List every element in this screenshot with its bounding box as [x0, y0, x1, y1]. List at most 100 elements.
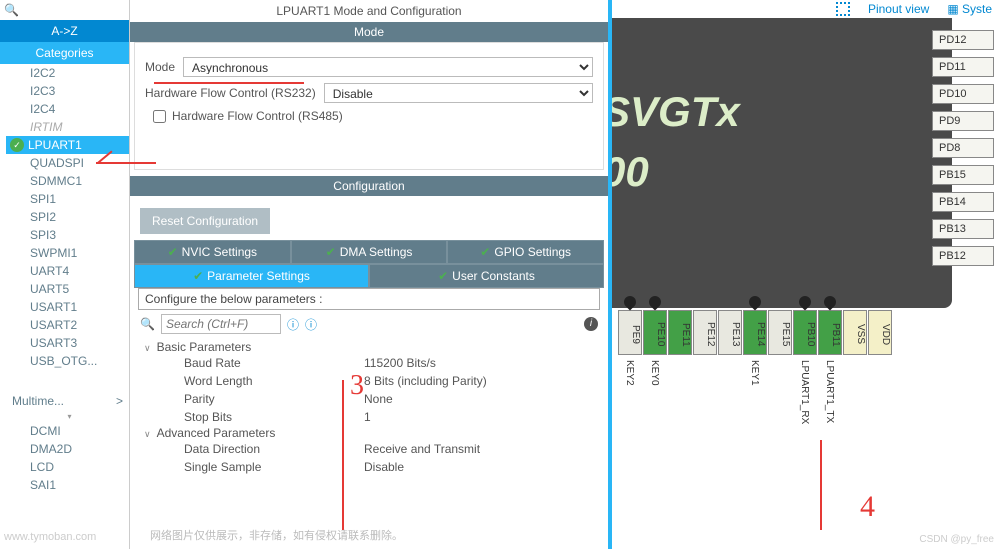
- list-item[interactable]: IRTIM: [6, 118, 129, 136]
- check-icon: ✔: [480, 245, 490, 259]
- pin[interactable]: PB11: [818, 310, 842, 355]
- pin[interactable]: PB12: [932, 246, 994, 266]
- check-icon: ✔: [193, 269, 203, 283]
- param-row[interactable]: Stop Bits1: [144, 408, 594, 426]
- peripheral-list-panel: 🔍 A->Z Categories I2C2 I2C3 I2C4 IRTIM ✓…: [0, 0, 130, 549]
- item-label: LPUART1: [28, 138, 82, 152]
- list-item[interactable]: LCD: [6, 458, 129, 476]
- pin[interactable]: PE15: [768, 310, 792, 355]
- search-input[interactable]: [23, 4, 125, 16]
- pin[interactable]: PD12: [932, 30, 994, 50]
- pin[interactable]: PD9: [932, 111, 994, 131]
- list-item[interactable]: I2C4: [6, 100, 129, 118]
- pin-label: KEY1: [749, 360, 760, 386]
- pin[interactable]: PD11: [932, 57, 994, 77]
- sort-az-tab[interactable]: A->Z: [0, 20, 129, 42]
- pin[interactable]: PE12: [693, 310, 717, 355]
- pinout-tab[interactable]: Pinout view: [868, 2, 929, 16]
- pin[interactable]: PB15: [932, 165, 994, 185]
- mode-body: Mode Asynchronous Hardware Flow Control …: [134, 42, 604, 170]
- nav-icon[interactable]: ⓘ: [305, 316, 317, 333]
- system-tab[interactable]: ▦ Syste: [947, 2, 992, 16]
- param-row[interactable]: Data DirectionReceive and Transmit: [144, 440, 594, 458]
- param-row[interactable]: ParityNone: [144, 390, 594, 408]
- advanced-params-header[interactable]: ∨Advanced Parameters: [144, 426, 594, 440]
- list-item[interactable]: SWPMI1: [6, 244, 129, 262]
- pin[interactable]: PE14: [743, 310, 767, 355]
- config-body: Reset Configuration ✔NVIC Settings ✔DMA …: [130, 196, 608, 484]
- panel-title: LPUART1 Mode and Configuration: [130, 0, 608, 22]
- pin[interactable]: PE11: [668, 310, 692, 355]
- tab-nvic[interactable]: ✔NVIC Settings: [134, 240, 291, 264]
- list-item[interactable]: USART1: [6, 298, 129, 316]
- list-item[interactable]: SPI1: [6, 190, 129, 208]
- categories-tab[interactable]: Categories: [0, 42, 129, 64]
- pin[interactable]: PD8: [932, 138, 994, 158]
- tab-parameter[interactable]: ✔Parameter Settings: [134, 264, 369, 288]
- info-icon[interactable]: i: [584, 317, 598, 331]
- tab-gpio[interactable]: ✔GPIO Settings: [447, 240, 604, 264]
- annotation-mark: [154, 82, 304, 84]
- pin[interactable]: PE9: [618, 310, 642, 355]
- chip-label: SVGTx: [612, 88, 740, 136]
- mode-label: Mode: [145, 60, 175, 74]
- annotation-4: 4: [860, 490, 875, 524]
- list-item[interactable]: UART4: [6, 262, 129, 280]
- hw485-checkbox[interactable]: [153, 110, 166, 123]
- check-icon: ✓: [10, 138, 24, 152]
- list-item[interactable]: SAI1: [6, 476, 129, 494]
- pin[interactable]: VSS: [843, 310, 867, 355]
- check-icon: ✔: [438, 269, 448, 283]
- tab-dma[interactable]: ✔DMA Settings: [291, 240, 448, 264]
- config-hint: Configure the below parameters :: [138, 288, 600, 310]
- peripheral-search[interactable]: 🔍: [0, 0, 129, 20]
- list-item[interactable]: I2C3: [6, 82, 129, 100]
- chevron-down-icon: ∨: [144, 343, 151, 353]
- param-row[interactable]: Baud Rate115200 Bits/s: [144, 354, 594, 372]
- list-item[interactable]: UART5: [6, 280, 129, 298]
- pin[interactable]: VDD: [868, 310, 892, 355]
- search-icon: 🔍: [140, 317, 155, 331]
- param-row[interactable]: Single SampleDisable: [144, 458, 594, 476]
- list-item[interactable]: USART3: [6, 334, 129, 352]
- pin[interactable]: PE13: [718, 310, 742, 355]
- param-row[interactable]: Word Length8 Bits (including Parity): [144, 372, 594, 390]
- pinout-icon: [836, 2, 850, 16]
- list-item[interactable]: SPI3: [6, 226, 129, 244]
- reset-button[interactable]: Reset Configuration: [140, 208, 270, 234]
- tab-user-constants[interactable]: ✔User Constants: [369, 264, 604, 288]
- param-search-input[interactable]: [161, 314, 281, 334]
- watermark-csdn: CSDN @py_free: [919, 534, 994, 545]
- nav-icon[interactable]: ⓘ: [287, 316, 299, 333]
- annotation-mark: [96, 162, 156, 164]
- pin-label: KEY0: [649, 360, 660, 386]
- list-item[interactable]: SPI2: [6, 208, 129, 226]
- pin[interactable]: PB10: [793, 310, 817, 355]
- pin[interactable]: PB13: [932, 219, 994, 239]
- chip-body[interactable]: SVGTx 00: [612, 18, 952, 308]
- list-item[interactable]: USB_OTG...: [6, 352, 129, 370]
- pin[interactable]: PE10: [643, 310, 667, 355]
- list-item[interactable]: SDMMC1: [6, 172, 129, 190]
- check-icon: ✔: [168, 245, 178, 259]
- list-item[interactable]: DMA2D: [6, 440, 129, 458]
- hw485-label: Hardware Flow Control (RS485): [172, 109, 343, 123]
- list-item[interactable]: USART2: [6, 316, 129, 334]
- list-item[interactable]: I2C2: [6, 64, 129, 82]
- annotation-3: 3: [350, 370, 364, 402]
- pins-bottom: PE9 PE10 PE11 PE12 PE13 PE14 PE15 PB10 P…: [618, 310, 893, 355]
- watermark: www.tymoban.com: [4, 531, 96, 543]
- mode-header: Mode: [130, 22, 608, 42]
- basic-params-header[interactable]: ∨Basic Parameters: [144, 340, 594, 354]
- hwflow-select[interactable]: Disable: [324, 83, 593, 103]
- category-multimedia[interactable]: Multime...>: [6, 390, 129, 412]
- check-icon: ✔: [326, 245, 336, 259]
- pin-label: KEY2: [624, 360, 635, 386]
- pin[interactable]: PD10: [932, 84, 994, 104]
- mode-select[interactable]: Asynchronous: [183, 57, 593, 77]
- pin-label: LPUART1_RX: [799, 360, 810, 424]
- search-icon: 🔍: [4, 3, 19, 17]
- config-header: Configuration: [130, 176, 608, 196]
- pin[interactable]: PB14: [932, 192, 994, 212]
- list-item[interactable]: DCMI: [6, 422, 129, 440]
